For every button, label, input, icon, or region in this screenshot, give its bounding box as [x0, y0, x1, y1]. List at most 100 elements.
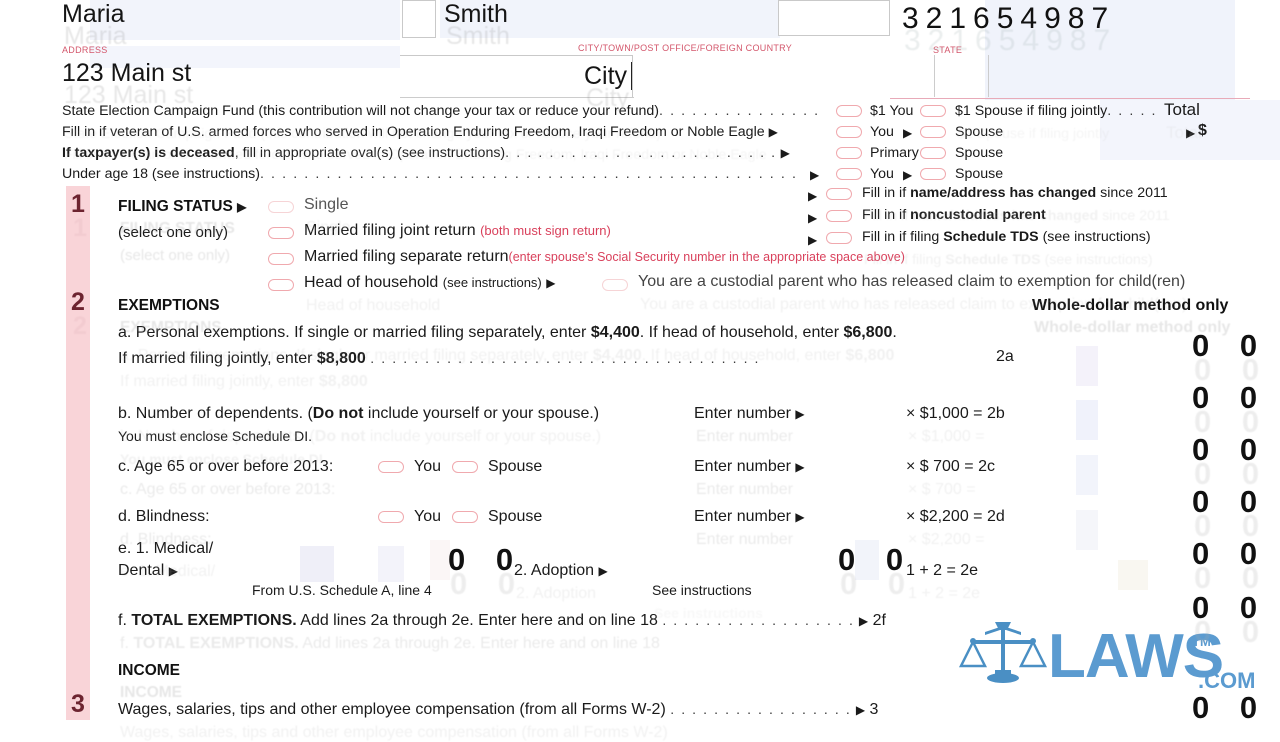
- deceased-primary-oval[interactable]: [836, 147, 862, 159]
- name-changed-oval[interactable]: [826, 188, 852, 200]
- scan-smudge-c: [1076, 400, 1098, 440]
- tds-bold: Schedule TDS: [943, 229, 1039, 245]
- exemption-d-spouse-oval[interactable]: [452, 511, 478, 523]
- exemption-a2-dots: . . . . . . . . . . . . . . . . . . . . …: [370, 350, 761, 366]
- ssn-value[interactable]: 321654987: [902, 2, 1115, 36]
- filing-hoh-oval[interactable]: [268, 279, 294, 291]
- exemption-b-value[interactable]: 0 0: [1192, 382, 1268, 413]
- laws-logo-com: .COM: [1198, 668, 1256, 693]
- veteran-spouse-oval[interactable]: [920, 126, 946, 138]
- under18-arrow-icon: ▶: [810, 168, 820, 182]
- income-line3-text: Wages, salaries, tips and other employee…: [118, 701, 666, 718]
- exemption-f-pre: f.: [118, 612, 132, 629]
- state-divider-left: [934, 55, 935, 97]
- filing-separate-text: Married filing separate return: [304, 248, 509, 265]
- income-line3-value[interactable]: 0 0: [1192, 692, 1268, 720]
- whole-dollar-label: Whole-dollar method only: [1032, 297, 1229, 314]
- under18-you-oval[interactable]: [836, 168, 862, 180]
- tds-pre: Fill in if filing: [862, 229, 944, 245]
- exemption-b-line1: b. Number of dependents. (Do not include…: [118, 406, 599, 422]
- exemption-a-pre: a. Personal exemptions. If single or mar…: [118, 324, 591, 341]
- scan-smudge-b: [378, 546, 404, 582]
- exemption-e-value1[interactable]: 0 0: [448, 544, 524, 575]
- exemption-c-spouse-label: Spouse: [488, 458, 543, 475]
- tds-post: (see instructions): [1038, 229, 1151, 245]
- zip-field[interactable]: [778, 0, 890, 36]
- exemption-c-you-oval[interactable]: [378, 461, 404, 473]
- deceased-bold: If taxpayer(s) is deceased: [62, 145, 235, 161]
- veteran-spouse-arrow-icon: ▶: [903, 126, 913, 140]
- scan-smudge-a: [300, 546, 334, 582]
- exemption-d-number-field[interactable]: [832, 502, 900, 536]
- campaign-row-1-text: State Election Campaign Fund (this contr…: [62, 103, 659, 119]
- exemption-e-value3[interactable]: 0 0: [1192, 538, 1268, 569]
- exemption-e-adoption-arrow-icon: ▶: [598, 564, 608, 578]
- noncustodial-arrow-icon: ▶: [808, 211, 818, 225]
- exemption-d-you-label: You: [414, 508, 441, 525]
- under18-spouse-oval[interactable]: [920, 168, 946, 180]
- income-line3: Wages, salaries, tips and other employee…: [118, 702, 878, 718]
- filing-status-title-text: FILING STATUS: [118, 198, 233, 215]
- mi-field[interactable]: [402, 0, 436, 38]
- filing-joint-label: Married filing joint return (both must s…: [304, 223, 611, 239]
- under18-row: Under age 18 (see instructions). . . . .…: [62, 167, 798, 181]
- exemption-e-label1: e. 1. Medical/: [118, 540, 214, 557]
- filing-joint-oval[interactable]: [268, 227, 294, 239]
- scan-smudge-f: [1076, 346, 1098, 386]
- filing-separate-oval[interactable]: [268, 253, 294, 265]
- filing-single-oval[interactable]: [268, 201, 294, 213]
- last-name-value[interactable]: Smith: [444, 0, 508, 29]
- exemption-f-arrow-icon: ▶: [858, 614, 869, 628]
- exemption-b-number-field[interactable]: [832, 400, 900, 434]
- ma-form-1-tax-form: 1 2 3 of Forms W-2, W-2G and 1099 (showi…: [0, 0, 1280, 720]
- exemption-b-mult: × $1,000 = 2b: [906, 406, 1005, 422]
- exemption-a2-pre: If married filing jointly, enter: [118, 350, 317, 367]
- exemption-d-label: d. Blindness:: [118, 508, 210, 525]
- deceased-dots: . . . . . . . . . . . . . . . . . . . . …: [505, 145, 777, 161]
- exemption-e-label2: Dental ▶: [118, 563, 178, 579]
- exemption-d-you-oval[interactable]: [378, 511, 404, 523]
- deceased-spouse-label: Spouse: [955, 145, 1004, 161]
- exemption-d-value[interactable]: 0 0: [1192, 486, 1268, 517]
- veteran-you-oval[interactable]: [836, 126, 862, 138]
- exemption-c-value[interactable]: 0 0: [1192, 434, 1268, 465]
- filing-status-arrow-icon: ▶: [237, 200, 247, 214]
- deceased-spouse-oval[interactable]: [920, 147, 946, 159]
- deceased-rest: , fill in appropriate oval(s) (see instr…: [234, 145, 506, 161]
- filing-hoh-label: Head of household (see instructions) ▶: [304, 275, 555, 291]
- filing-joint-text: Married filing joint return: [304, 222, 476, 239]
- exemption-a-value[interactable]: 0 0: [1192, 330, 1268, 361]
- filing-hoh-note: (see instructions): [442, 275, 542, 290]
- veteran-text: Fill in if veteran of U.S. armed forces …: [62, 124, 765, 140]
- exemption-d-enter-arrow-icon: ▶: [795, 510, 805, 524]
- campaign-spouse-oval[interactable]: [920, 105, 946, 117]
- exemption-c-number-field[interactable]: [832, 452, 900, 486]
- exemption-b-enter-text: Enter number: [694, 405, 791, 422]
- exemption-c-spouse-oval[interactable]: [452, 461, 478, 473]
- exemption-a-mid: . If head of household, enter: [639, 324, 844, 341]
- exemption-e-value2[interactable]: 0 0: [838, 544, 914, 575]
- campaign-row-1: State Election Campaign Fund (this contr…: [62, 104, 820, 118]
- custodial-parent-oval[interactable]: [602, 279, 628, 291]
- address-label: ADDRESS: [62, 45, 108, 55]
- tds-oval[interactable]: [826, 232, 852, 244]
- exemption-c-you-label: You: [414, 458, 441, 475]
- address-value[interactable]: 123 Main st: [62, 59, 191, 88]
- exemption-c-ref: 2c: [978, 458, 995, 475]
- noncustodial-label: Fill in if noncustodial parent: [862, 208, 1046, 222]
- exemption-a-end: .: [892, 324, 897, 341]
- exemption-b-post: include yourself or your spouse.): [363, 405, 600, 422]
- noncustodial-oval[interactable]: [826, 210, 852, 222]
- address-rule: [400, 97, 634, 98]
- exemption-e-label2-text: Dental: [118, 562, 165, 579]
- filing-single-label: Single: [304, 196, 349, 213]
- noncustodial-bold: noncustodial parent: [910, 207, 1046, 223]
- custodial-parent-label: You are a custodial parent who has relea…: [638, 273, 1186, 290]
- exemption-e-arrow-icon: ▶: [168, 564, 178, 578]
- campaign-you-oval[interactable]: [836, 105, 862, 117]
- deceased-primary-label: Primary: [870, 145, 919, 161]
- first-name-value[interactable]: Maria: [62, 0, 125, 29]
- campaign-row-1-dots2: . . . . .: [1107, 103, 1158, 119]
- city-value[interactable]: City: [584, 62, 627, 91]
- text-caret: [631, 62, 632, 90]
